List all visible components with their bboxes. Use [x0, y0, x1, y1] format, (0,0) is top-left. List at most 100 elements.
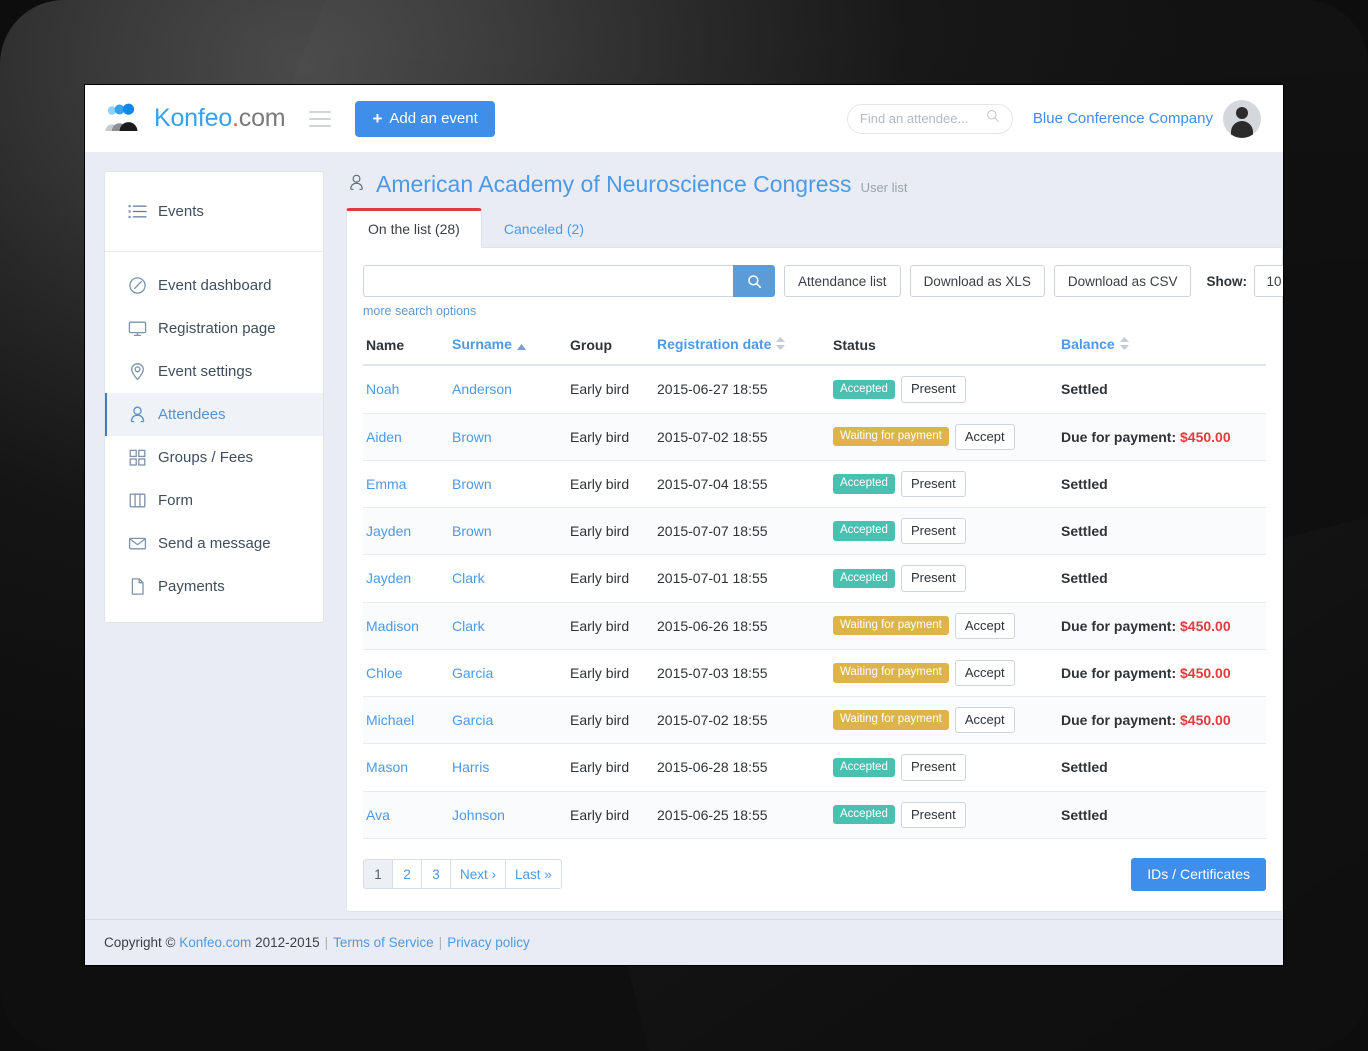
cell-group: Early bird — [567, 554, 654, 603]
attendee-name-link[interactable]: Chloe — [366, 665, 403, 681]
attendee-surname-link[interactable]: Anderson — [452, 381, 512, 397]
ids-certificates-button[interactable]: IDs / Certificates — [1131, 857, 1266, 891]
column-header-registration-date[interactable]: Registration date — [654, 333, 830, 367]
attendee-surname-link[interactable]: Brown — [452, 476, 492, 492]
registration-time: 18:55 — [732, 664, 768, 681]
table-row[interactable]: Aiden Brown Early bird 2015-07-02 18:55 Wait… — [363, 413, 1266, 461]
column-header-balance[interactable]: Balance — [1058, 333, 1266, 367]
download-csv-button[interactable]: Download as CSV — [1053, 265, 1192, 297]
pagination-page-next[interactable]: Next › — [450, 859, 506, 890]
registration-time: 18:55 — [732, 617, 768, 634]
pagination-page-1[interactable]: 1 — [363, 859, 392, 890]
sidebar-item-label: Form — [158, 492, 193, 509]
attendee-icon — [128, 405, 147, 424]
footer-terms-link[interactable]: Terms of Service — [333, 935, 434, 950]
attendee-name-link[interactable]: Aiden — [366, 429, 402, 445]
sidebar-item-event-dashboard[interactable]: Event dashboard — [105, 264, 323, 307]
cell-name: Michael — [363, 696, 449, 745]
sidebar-item-event-settings[interactable]: Event settings — [105, 350, 323, 393]
cell-surname: Anderson — [449, 365, 567, 414]
find-attendee-input[interactable] — [859, 111, 986, 126]
attendee-name-link[interactable]: Jayden — [366, 570, 411, 586]
table-row[interactable]: Mason Harris Early bird 2015-06-28 18:55 Acc… — [363, 743, 1266, 792]
attendee-name-link[interactable]: Jayden — [366, 523, 411, 539]
status-action-button[interactable]: Present — [900, 518, 966, 545]
attendee-surname-link[interactable]: Clark — [452, 618, 485, 634]
column-header-surname[interactable]: Surname — [449, 333, 567, 367]
table-row[interactable]: Jayden Clark Early bird 2015-07-01 18:55 Acc… — [363, 554, 1266, 603]
footer-privacy-link[interactable]: Privacy policy — [447, 935, 530, 950]
sidebar-item-registration-page[interactable]: Registration page — [105, 307, 323, 350]
footer-separator: | — [438, 935, 443, 950]
sidebar-item-attendees[interactable]: Attendees — [105, 393, 323, 436]
attendee-surname-link[interactable]: Johnson — [452, 807, 505, 823]
status-group: Accepted Present — [833, 801, 1052, 828]
attendee-name-link[interactable]: Emma — [366, 476, 406, 492]
find-attendee-search-box[interactable] — [846, 103, 1013, 134]
table-row[interactable]: Ava Johnson Early bird 2015-06-25 18:55 Acce… — [363, 791, 1266, 839]
status-action-button[interactable]: Accept — [954, 707, 1015, 734]
hamburger-menu-icon[interactable] — [309, 110, 332, 127]
cell-balance: Due for payment: $450.00 — [1058, 413, 1266, 461]
attendee-surname-link[interactable]: Brown — [452, 523, 492, 539]
attendee-surname-link[interactable]: Harris — [452, 759, 489, 775]
attendee-name-link[interactable]: Madison — [366, 618, 419, 634]
page-body: Events Event dashboard Registration page… — [85, 152, 1283, 965]
show-count-select[interactable]: 10 — [1253, 265, 1283, 297]
sidebar-item-form[interactable]: Form — [105, 479, 323, 522]
sidebar-item-groups-fees[interactable]: Groups / Fees — [105, 436, 323, 479]
tab-on-the-list[interactable]: On the list (28) — [346, 208, 482, 248]
more-search-options-link[interactable]: more search options — [363, 304, 476, 318]
table-row[interactable]: Madison Clark Early bird 2015-06-26 18:55 Wa… — [363, 602, 1266, 650]
status-action-button[interactable]: Present — [900, 754, 966, 781]
brand-logo[interactable]: Konfeo.com — [103, 103, 286, 135]
table-row[interactable]: Noah Anderson Early bird 2015-06-27 18:55 Ac… — [363, 365, 1266, 414]
user-avatar-icon[interactable] — [1223, 99, 1261, 138]
sidebar-item-send-a-message[interactable]: Send a message — [105, 522, 323, 565]
pagination-page-last[interactable]: Last » — [505, 859, 562, 890]
attendee-name-link[interactable]: Mason — [366, 759, 408, 775]
tab-bar: On the list (28) Canceled (2) — [346, 207, 1283, 248]
status-action-button[interactable]: Present — [900, 565, 966, 592]
attendee-surname-link[interactable]: Brown — [452, 429, 492, 445]
attendee-surname-link[interactable]: Clark — [452, 570, 485, 586]
account-menu[interactable]: Blue Conference Company — [1033, 99, 1261, 138]
table-toolbar: Attendance list Download as XLS Download… — [363, 265, 1283, 297]
cell-group: Early bird — [567, 602, 654, 650]
status-action-button[interactable]: Accept — [954, 612, 1015, 639]
attendee-surname-link[interactable]: Garcia — [452, 665, 493, 681]
pagination-page-3[interactable]: 3 — [421, 859, 450, 890]
attendee-name-link[interactable]: Michael — [366, 712, 414, 728]
footer-brand-link[interactable]: Konfeo.com — [179, 935, 251, 950]
sidebar-item-events[interactable]: Events — [105, 190, 323, 233]
add-event-button[interactable]: + Add an event — [355, 100, 495, 137]
cell-name: Chloe — [363, 649, 449, 698]
registration-date: 2015-06-26 — [657, 617, 729, 634]
attendee-surname-link[interactable]: Garcia — [452, 712, 493, 728]
sidebar-item-label: Registration page — [158, 320, 276, 337]
status-action-button[interactable]: Accept — [954, 423, 1015, 450]
table-row[interactable]: Chloe Garcia Early bird 2015-07-03 18:55 Wai… — [363, 649, 1266, 698]
status-action-button[interactable]: Accept — [954, 659, 1015, 687]
cell-status: Waiting for payment Accept — [830, 413, 1058, 461]
pagination-page-2[interactable]: 2 — [392, 859, 421, 890]
column-label: Group — [570, 336, 612, 353]
attendee-search-input[interactable] — [363, 265, 733, 297]
tab-canceled[interactable]: Canceled (2) — [482, 208, 606, 248]
status-action-button[interactable]: Present — [900, 801, 966, 828]
sidebar-item-payments[interactable]: Payments — [105, 565, 323, 608]
table-row[interactable]: Michael Garcia Early bird 2015-07-02 18:55 W… — [363, 696, 1266, 745]
table-row[interactable]: Emma Brown Early bird 2015-07-04 18:55 Accep… — [363, 460, 1266, 509]
sort-both-icon — [776, 337, 786, 353]
attendance-list-button[interactable]: Attendance list — [784, 265, 901, 297]
attendee-name-link[interactable]: Ava — [366, 807, 390, 823]
attendees-table-head: Name Surname Group Registration date Sta… — [363, 333, 1266, 367]
table-row[interactable]: Jayden Brown Early bird 2015-07-07 18:55 Acc… — [363, 507, 1266, 556]
cell-balance: Due for payment: $450.00 — [1058, 649, 1266, 698]
download-xls-button[interactable]: Download as XLS — [909, 265, 1045, 297]
status-action-button[interactable]: Present — [900, 376, 966, 403]
attendee-name-link[interactable]: Noah — [366, 381, 399, 397]
attendee-search-button[interactable] — [733, 265, 775, 297]
status-action-button[interactable]: Present — [900, 470, 966, 498]
cell-surname: Garcia — [449, 649, 567, 698]
